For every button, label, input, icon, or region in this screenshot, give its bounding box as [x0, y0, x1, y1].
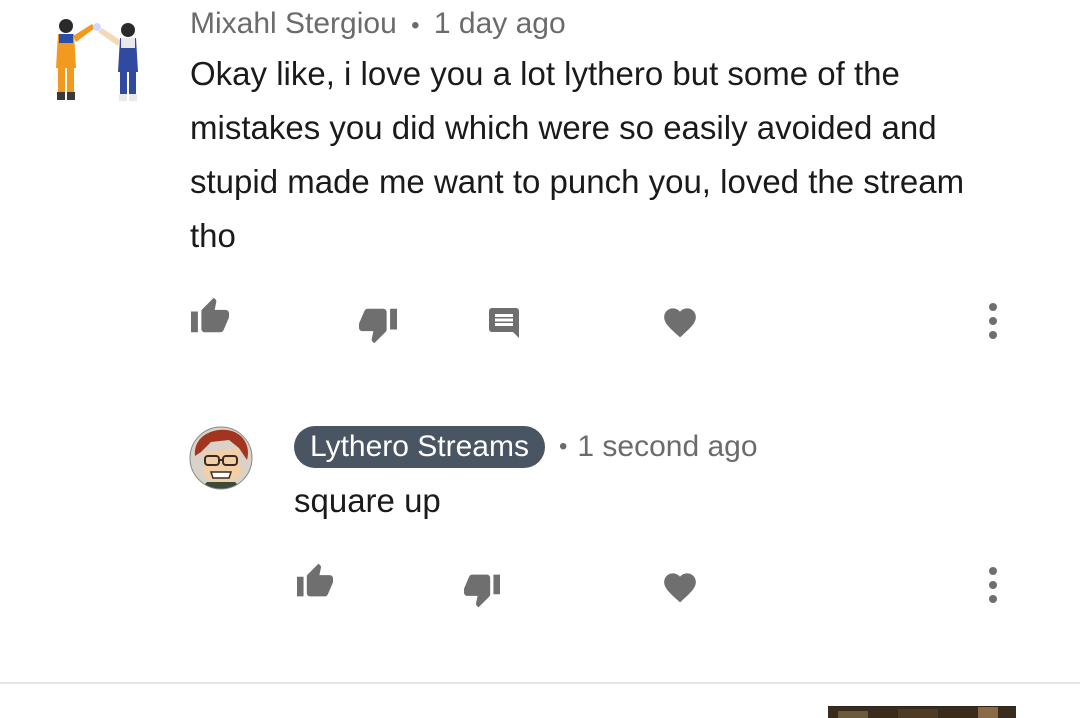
meta-separator: • — [558, 433, 568, 460]
thumbs-down-icon[interactable] — [462, 573, 502, 609]
commenter-avatar[interactable] — [40, 10, 155, 102]
comment-timestamp: 1 day ago — [433, 7, 566, 40]
reply-text: square up — [294, 482, 441, 519]
reply-icon[interactable] — [486, 305, 522, 341]
section-divider — [0, 682, 1080, 684]
comment-text: Okay like, i love you a lot lythero but … — [190, 55, 965, 254]
more-vert-icon[interactable] — [985, 566, 1001, 604]
meta-separator: • — [411, 12, 420, 39]
heart-icon[interactable] — [661, 568, 699, 604]
thumbs-up-icon[interactable] — [189, 296, 231, 334]
thumbs-up-icon[interactable] — [295, 562, 335, 598]
comment-meta: Mixahl Stergiou • 1 day ago — [190, 4, 566, 44]
reply-timestamp: 1 second ago — [577, 430, 758, 463]
reply-meta: Lythero Streams • 1 second ago — [294, 425, 758, 469]
reply-avatar[interactable] — [189, 426, 253, 490]
thumbnail-image — [828, 707, 1016, 718]
more-vert-icon[interactable] — [985, 302, 1001, 340]
heart-icon[interactable] — [661, 303, 699, 339]
thumbs-down-icon[interactable] — [357, 307, 399, 345]
comment-author[interactable]: Mixahl Stergiou — [190, 7, 397, 40]
video-thumbnail[interactable] — [828, 706, 1016, 718]
reply-author-chip[interactable]: Lythero Streams — [294, 426, 545, 468]
